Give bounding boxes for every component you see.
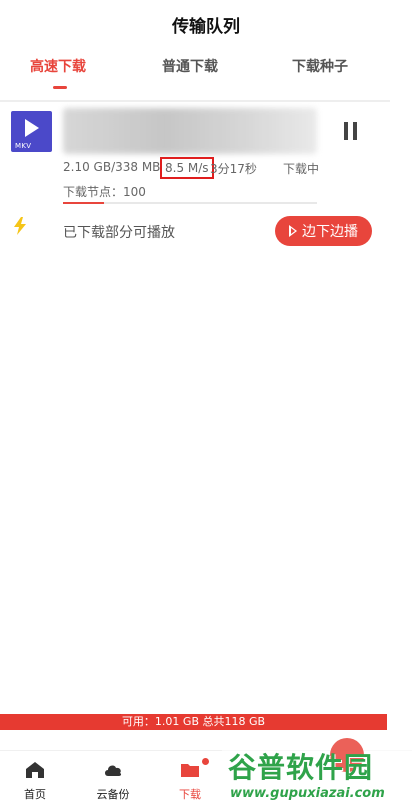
- cloud-icon: [105, 765, 122, 776]
- time-remaining: 3分17秒: [210, 162, 257, 176]
- stream-play-label: 边下边播: [302, 224, 358, 240]
- nav-item-home[interactable]: 首页: [5, 761, 65, 802]
- progress-bar: [63, 202, 317, 204]
- download-speed: 8.5 M/s: [160, 157, 214, 179]
- stream-play-button[interactable]: 边下边播: [275, 216, 372, 246]
- video-file-icon: MKV: [11, 111, 52, 152]
- lightning-icon: [14, 217, 26, 235]
- nav-label-cloud-backup: 云备份: [96, 788, 130, 801]
- watermark-url: www.gupuxiazai.com: [230, 786, 385, 801]
- nav-item-download[interactable]: 下载: [160, 758, 220, 802]
- tab-high-speed-download[interactable]: 高速下载: [30, 56, 86, 76]
- storage-bar: 可用：1.01 GB 总共118 GB: [0, 714, 387, 730]
- nav-label-home: 首页: [24, 788, 46, 801]
- home-icon: [26, 762, 44, 778]
- watermark-title: 谷普软件园: [228, 751, 374, 784]
- nav-item-cloud-backup[interactable]: 云备份: [83, 761, 143, 802]
- divider: [0, 100, 390, 102]
- page-title: 传输队列: [172, 17, 240, 37]
- pause-icon[interactable]: [344, 122, 358, 140]
- download-nodes: 下载节点：100: [63, 185, 146, 199]
- notification-dot: [202, 758, 209, 765]
- play-icon: [25, 119, 39, 137]
- tab-bar: 高速下载 普通下载 下载种子: [0, 56, 412, 96]
- tab-normal-download[interactable]: 普通下载: [162, 56, 218, 76]
- download-size: 2.10 GB/338 MB: [63, 160, 161, 174]
- nav-label-download: 下载: [179, 788, 201, 801]
- progress-fill: [63, 202, 104, 204]
- playable-hint: 已下载部分可播放: [63, 225, 175, 241]
- active-tab-indicator: [53, 86, 67, 89]
- folder-icon: [181, 764, 199, 777]
- file-name-blurred: [63, 108, 317, 154]
- tab-torrent-download[interactable]: 下载种子: [292, 56, 348, 76]
- play-outline-icon: [289, 225, 297, 237]
- file-type-label: MKV: [15, 142, 32, 150]
- download-status: 下载中: [283, 162, 320, 176]
- watermark: 谷普软件园 www.gupuxiazai.com: [222, 738, 412, 807]
